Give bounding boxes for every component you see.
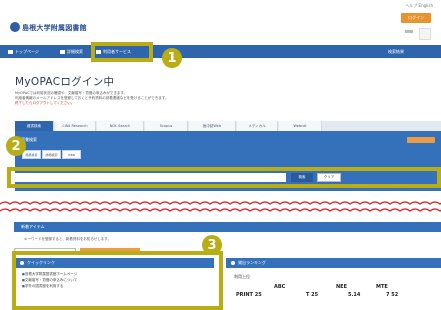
annotation-badge-2: 2	[6, 136, 26, 156]
nav-item-top[interactable]: トップページ	[8, 48, 39, 55]
highlight-box-3	[12, 251, 223, 310]
tab-cinii[interactable]: CiNii Research	[55, 121, 96, 131]
new-items-bar	[14, 222, 441, 232]
tab-scopus[interactable]: Scopus	[145, 121, 188, 131]
ranking-cell: MTE	[376, 284, 388, 290]
nav-label: 詳細検索	[67, 48, 83, 54]
ranking-cell: NEE	[336, 284, 348, 290]
ranking-title: 貸出ランキング	[238, 260, 266, 265]
tab-ndl[interactable]: NDL Search	[97, 121, 144, 131]
login-button[interactable]: ログイン	[401, 13, 431, 23]
top-utility-links[interactable]: ヘルプ English	[405, 3, 433, 9]
wave-line	[0, 208, 441, 212]
ranking-cell: T 25	[306, 292, 319, 298]
tab-opac[interactable]: 蔵書検索	[15, 121, 54, 131]
intro-line: 終了したらログアウトしてください。	[15, 101, 75, 105]
annotation-badge-1: 1	[162, 48, 182, 68]
info-icon	[231, 261, 235, 265]
user-menu-icon[interactable]	[419, 28, 431, 40]
ranking-cell: 5.14	[348, 292, 361, 298]
library-logo-icon[interactable]	[10, 22, 20, 32]
page-title: MyOPACログイン中	[15, 76, 115, 88]
new-items-text: キーワードを登録すると、新着資料をお知らせします。	[24, 237, 111, 241]
ranking-cell: ABC	[274, 284, 286, 290]
header-bar	[0, 0, 441, 44]
tab-webcat[interactable]: Webcat	[279, 121, 322, 131]
font-size-control[interactable]	[405, 30, 413, 33]
subtab-advanced[interactable]: 詳細検索	[42, 150, 61, 159]
nav-label: 検索結果	[388, 48, 404, 54]
tab-medical[interactable]: メディカル	[237, 121, 278, 131]
home-icon	[8, 49, 13, 54]
wave-line	[0, 201, 441, 205]
subtab-isbn[interactable]: ISBN	[62, 150, 81, 159]
new-items-title: 新着アイテム	[21, 224, 45, 229]
main-nav: トップページ 詳細検索 利用者サービス 検索結果	[0, 45, 441, 58]
search-options-button[interactable]	[407, 137, 435, 143]
library-logo-text[interactable]: 島根大学附属図書館	[22, 23, 87, 33]
nav-label: トップページ	[15, 48, 39, 54]
nav-item-results[interactable]: 検索結果	[388, 48, 404, 55]
nav-item-advanced-search[interactable]: 詳細検索	[60, 48, 83, 55]
ranking-header: 貸出ランキング	[226, 258, 441, 268]
ranking-cell: 7 52	[386, 292, 399, 298]
ranking-content: 利用上位 ABC NEE MTE PRINT 25 T 25 5.14 7 52	[226, 268, 441, 310]
subtab-simple[interactable]: 簡易検索	[22, 150, 41, 159]
ranking-cell: 利用上位	[234, 274, 250, 279]
page-cut-wave	[0, 201, 441, 212]
database-tabs: 蔵書検索 CiNii Research NDL Search Scopus 医中…	[15, 121, 441, 131]
annotation-badge-3: 3	[202, 235, 222, 255]
highlight-box-1	[91, 42, 153, 62]
highlight-box-2	[7, 167, 441, 188]
ranking-cell: PRINT 25	[236, 292, 262, 298]
search-icon	[60, 49, 65, 54]
tab-ichushi[interactable]: 医中誌Web	[189, 121, 236, 131]
